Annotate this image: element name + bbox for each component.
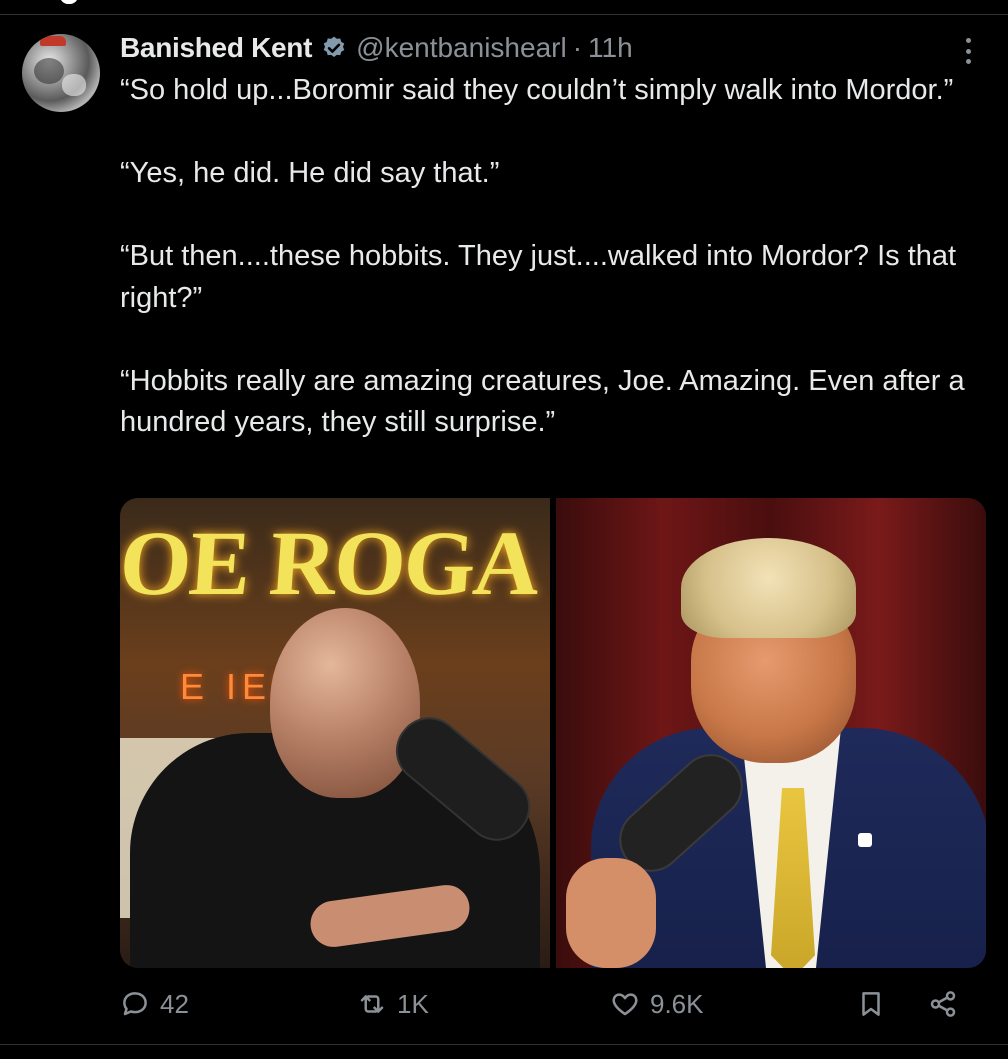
post-time[interactable]: 11h bbox=[588, 32, 633, 64]
post-paragraph: “Yes, he did. He did say that.” bbox=[120, 157, 500, 189]
divider-bottom bbox=[0, 1044, 1008, 1045]
action-bar: 42 1K 9.6K bbox=[120, 984, 986, 1024]
person-right-hand bbox=[566, 858, 656, 968]
repost-count: 1K bbox=[397, 988, 429, 1019]
lapel-pin bbox=[858, 833, 872, 847]
post-paragraph: “Hobbits really are amazing creatures, J… bbox=[120, 364, 965, 439]
reply-count: 42 bbox=[160, 988, 189, 1019]
neon-sign: OE ROGA bbox=[120, 512, 542, 614]
author-handle[interactable]: @kentbanishearl bbox=[356, 32, 567, 64]
more-icon[interactable] bbox=[956, 36, 980, 66]
media-photo-right[interactable] bbox=[556, 498, 986, 968]
divider-top bbox=[0, 14, 1008, 15]
repost-icon bbox=[360, 995, 384, 1013]
media-photo-left[interactable]: OE ROGA E IENC bbox=[120, 498, 550, 968]
share-icon bbox=[930, 991, 956, 1017]
post-paragraph: “But then....these hobbits. They just...… bbox=[120, 240, 957, 314]
like-count: 9.6K bbox=[650, 988, 704, 1019]
separator-dot: · bbox=[572, 32, 583, 63]
post-header: Banished Kent @kentbanishearl · 11h bbox=[120, 30, 633, 66]
post-paragraph: “So hold up...Boromir said they couldn’t… bbox=[120, 74, 954, 106]
bookmark-button[interactable] bbox=[856, 984, 886, 1024]
author-name[interactable]: Banished Kent bbox=[120, 32, 312, 64]
reply-icon bbox=[123, 992, 147, 1016]
person-left-head bbox=[270, 608, 420, 798]
reply-button[interactable]: 42 bbox=[120, 984, 189, 1024]
avatar[interactable] bbox=[22, 34, 100, 112]
share-button[interactable] bbox=[928, 984, 958, 1024]
previous-post-fragment bbox=[60, 0, 78, 4]
repost-button[interactable]: 1K bbox=[357, 984, 429, 1024]
post-text: “So hold up...Boromir said they couldn’t… bbox=[120, 70, 990, 485]
bookmark-icon bbox=[862, 992, 880, 1016]
post-media[interactable]: OE ROGA E IENC bbox=[120, 498, 986, 968]
heart-icon bbox=[612, 993, 638, 1016]
person-right-hair bbox=[681, 538, 856, 638]
verified-badge-icon bbox=[323, 36, 345, 57]
like-button[interactable]: 9.6K bbox=[610, 984, 704, 1024]
